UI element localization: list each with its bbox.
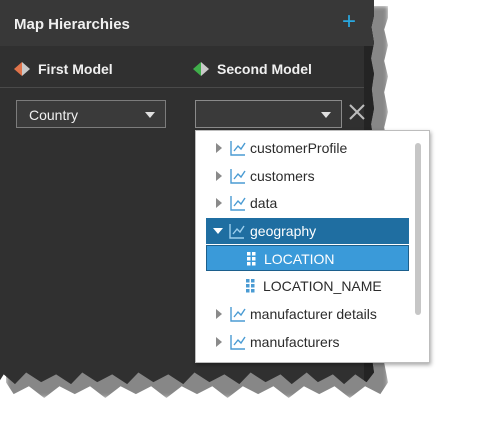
item-label: LOCATION_NAME xyxy=(263,278,382,294)
list-item[interactable]: customers xyxy=(196,163,406,189)
item-label: LOCATION xyxy=(264,251,335,267)
hierarchy-icon xyxy=(230,335,246,350)
hierarchy-icon xyxy=(229,224,245,239)
list-item-selected[interactable]: LOCATION xyxy=(206,245,409,271)
chevron-down-icon xyxy=(321,112,331,118)
dropdown-scrollbar[interactable] xyxy=(415,143,421,315)
panel-header: Map Hierarchies + xyxy=(0,0,374,46)
item-label: data xyxy=(250,195,278,211)
item-label: geography xyxy=(250,223,317,239)
first-select-value: Country xyxy=(29,107,79,123)
level-icon xyxy=(246,279,255,293)
item-label: customers xyxy=(250,168,315,184)
chevron-down-icon xyxy=(145,112,155,118)
hierarchy-icon xyxy=(230,307,246,322)
expand-arrow-icon[interactable] xyxy=(216,171,222,181)
first-model-icon xyxy=(14,62,30,76)
item-label: manufacturer details xyxy=(250,306,377,322)
hierarchy-icon xyxy=(230,169,246,184)
hierarchy-icon xyxy=(230,196,246,211)
list-item[interactable]: data xyxy=(196,190,406,216)
first-model-hierarchy-select[interactable]: Country xyxy=(16,100,166,128)
list-item[interactable]: manufacturers xyxy=(196,329,406,355)
item-label: customerProfile xyxy=(250,140,348,156)
add-icon[interactable]: + xyxy=(342,10,356,34)
second-model-icon xyxy=(193,62,209,76)
list-item-expanded[interactable]: geography xyxy=(206,218,409,244)
panel-title: Map Hierarchies xyxy=(14,16,130,33)
expand-arrow-icon[interactable] xyxy=(216,198,222,208)
hierarchy-dropdown-list[interactable]: customerProfile customers data geography xyxy=(195,130,430,363)
list-item[interactable]: manufacturer details xyxy=(196,301,406,327)
second-model-hierarchy-select[interactable] xyxy=(195,100,342,128)
list-item[interactable]: customerProfile xyxy=(196,135,406,161)
collapse-arrow-icon[interactable] xyxy=(213,228,223,234)
header-divider xyxy=(0,87,364,88)
expand-arrow-icon[interactable] xyxy=(216,143,222,153)
close-icon[interactable] xyxy=(346,101,368,123)
second-model-label: Second Model xyxy=(217,61,312,77)
hierarchy-icon xyxy=(230,141,246,156)
first-model-label: First Model xyxy=(38,61,113,77)
list-item[interactable]: LOCATION_NAME xyxy=(196,273,406,299)
level-icon xyxy=(247,252,256,266)
expand-arrow-icon[interactable] xyxy=(216,309,222,319)
expand-arrow-icon[interactable] xyxy=(216,337,222,347)
item-label: manufacturers xyxy=(250,334,340,350)
